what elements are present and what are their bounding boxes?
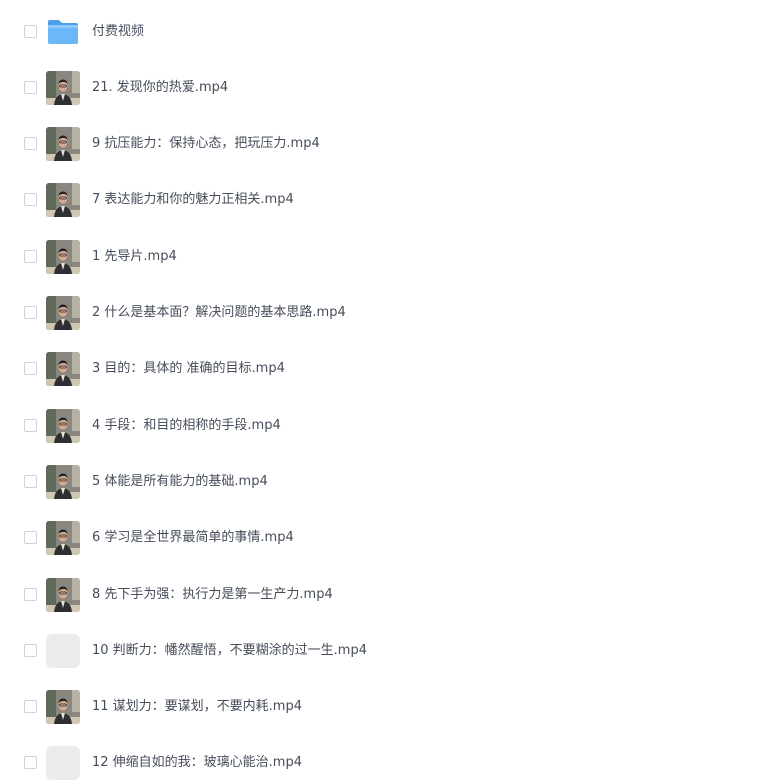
placeholder-thumbnail-icon [46, 746, 80, 780]
video-thumbnail-icon [46, 465, 80, 499]
file-row[interactable]: 4 手段：和目的相称的手段.mp4 [0, 406, 768, 446]
row-checkbox[interactable] [24, 362, 37, 375]
row-checkbox[interactable] [24, 700, 37, 713]
row-checkbox[interactable] [24, 306, 37, 319]
file-name[interactable]: 12 伸缩自如的我：玻璃心能治.mp4 [92, 754, 302, 772]
file-name[interactable]: 21. 发现你的热爱.mp4 [92, 79, 228, 97]
video-thumbnail-icon [46, 690, 80, 724]
file-name[interactable]: 7 表达能力和你的魅力正相关.mp4 [92, 191, 294, 209]
row-checkbox[interactable] [24, 531, 37, 544]
file-row[interactable]: 8 先下手为强：执行力是第一生产力.mp4 [0, 575, 768, 615]
folder-row[interactable]: 付费视频 [0, 12, 768, 52]
row-checkbox[interactable] [24, 475, 37, 488]
file-row[interactable]: 2 什么是基本面？解决问题的基本思路.mp4 [0, 293, 768, 333]
row-checkbox[interactable] [24, 81, 37, 94]
video-thumbnail-icon [46, 578, 80, 612]
video-thumbnail-icon [46, 352, 80, 386]
video-thumbnail-icon [46, 71, 80, 105]
file-row[interactable]: 12 伸缩自如的我：玻璃心能治.mp4 [0, 743, 768, 783]
file-row[interactable]: 5 体能是所有能力的基础.mp4 [0, 462, 768, 502]
file-row[interactable]: 21. 发现你的热爱.mp4 [0, 68, 768, 108]
video-thumbnail-icon [46, 183, 80, 217]
row-checkbox[interactable] [24, 588, 37, 601]
video-thumbnail-icon [46, 296, 80, 330]
video-thumbnail-icon [46, 409, 80, 443]
file-name[interactable]: 1 先导片.mp4 [92, 248, 177, 266]
row-checkbox[interactable] [24, 137, 37, 150]
file-name[interactable]: 3 目的：具体的 准确的目标.mp4 [92, 360, 285, 378]
file-name[interactable]: 9 抗压能力：保持心态，把玩压力.mp4 [92, 135, 320, 153]
file-row[interactable]: 3 目的：具体的 准确的目标.mp4 [0, 349, 768, 389]
file-row[interactable]: 10 判断力：幡然醒悟，不要糊涂的过一生.mp4 [0, 631, 768, 671]
file-name[interactable]: 8 先下手为强：执行力是第一生产力.mp4 [92, 586, 333, 604]
row-checkbox[interactable] [24, 419, 37, 432]
file-name[interactable]: 4 手段：和目的相称的手段.mp4 [92, 417, 281, 435]
row-checkbox[interactable] [24, 193, 37, 206]
file-name[interactable]: 付费视频 [92, 23, 144, 41]
folder-icon [46, 15, 80, 49]
video-thumbnail-icon [46, 240, 80, 274]
placeholder-thumbnail-icon [46, 634, 80, 668]
file-row[interactable]: 7 表达能力和你的魅力正相关.mp4 [0, 180, 768, 220]
file-name[interactable]: 5 体能是所有能力的基础.mp4 [92, 473, 268, 491]
video-thumbnail-icon [46, 521, 80, 555]
file-name[interactable]: 10 判断力：幡然醒悟，不要糊涂的过一生.mp4 [92, 642, 367, 660]
file-name[interactable]: 11 谋划力：要谋划，不要内耗.mp4 [92, 698, 302, 716]
file-name[interactable]: 2 什么是基本面？解决问题的基本思路.mp4 [92, 304, 346, 322]
row-checkbox[interactable] [24, 25, 37, 38]
file-row[interactable]: 9 抗压能力：保持心态，把玩压力.mp4 [0, 124, 768, 164]
row-checkbox[interactable] [24, 756, 37, 769]
file-row[interactable]: 1 先导片.mp4 [0, 237, 768, 277]
row-checkbox[interactable] [24, 250, 37, 263]
file-row[interactable]: 11 谋划力：要谋划，不要内耗.mp4 [0, 687, 768, 727]
video-thumbnail-icon [46, 127, 80, 161]
file-row[interactable]: 6 学习是全世界最简单的事情.mp4 [0, 518, 768, 558]
file-name[interactable]: 6 学习是全世界最简单的事情.mp4 [92, 529, 294, 547]
row-checkbox[interactable] [24, 644, 37, 657]
